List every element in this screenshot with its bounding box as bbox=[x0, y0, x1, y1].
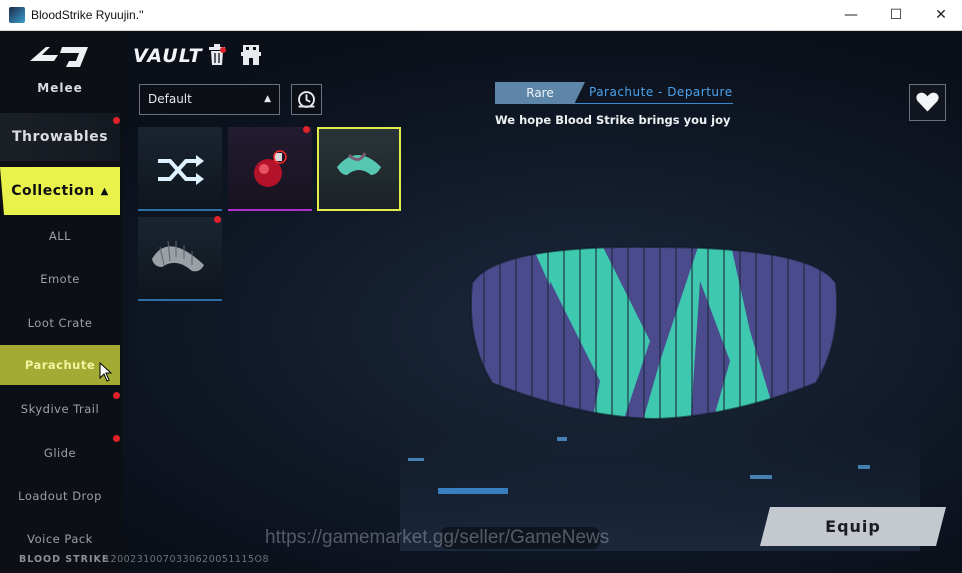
item-tile-random[interactable] bbox=[138, 127, 222, 211]
close-button[interactable]: ✕ bbox=[918, 0, 962, 31]
item-tile-parachute-default[interactable] bbox=[138, 217, 222, 301]
item-description: We hope Blood Strike brings you joy bbox=[495, 113, 731, 127]
parachute-model[interactable] bbox=[400, 221, 920, 551]
equip-button[interactable]: Equip bbox=[760, 507, 946, 546]
sidebar-subitem-loot-crate[interactable]: Loot Crate bbox=[0, 303, 120, 343]
red-ornament-icon bbox=[254, 150, 287, 187]
notification-dot bbox=[113, 435, 120, 442]
app-icon bbox=[9, 7, 25, 23]
sort-dropdown[interactable]: Default ▲ bbox=[139, 84, 280, 115]
maximize-button[interactable]: ☐ bbox=[873, 0, 919, 31]
mouse-cursor-icon bbox=[99, 362, 113, 382]
sidebar-subitem-glide[interactable]: Glide bbox=[0, 433, 120, 473]
sidebar-subitem-skydive-trail[interactable]: Skydive Trail bbox=[0, 389, 120, 429]
favorite-button[interactable] bbox=[909, 84, 946, 121]
notification-dot bbox=[214, 216, 221, 223]
window-titlebar: BloodStrike Ryuujin.'' — ☐ ✕ bbox=[0, 0, 962, 31]
sort-dropdown-value: Default bbox=[148, 92, 192, 106]
history-icon bbox=[298, 91, 315, 108]
history-button[interactable] bbox=[291, 84, 322, 115]
item-tile-ornament[interactable] bbox=[228, 127, 312, 211]
window-title: BloodStrike Ryuujin.'' bbox=[31, 8, 144, 22]
store-icon[interactable] bbox=[240, 44, 262, 66]
teal-parachute-icon bbox=[337, 152, 381, 175]
page-title: VAULT bbox=[133, 45, 203, 67]
chevron-up-icon: ▲ bbox=[100, 186, 109, 197]
random-shuffle-icon bbox=[158, 155, 204, 185]
sidebar-subitem-voice-pack[interactable]: Voice Pack bbox=[0, 519, 120, 559]
sidebar-item-throwables[interactable]: Throwables bbox=[0, 113, 120, 161]
notification-dot bbox=[113, 117, 120, 124]
sidebar-item-melee[interactable]: Melee bbox=[0, 81, 120, 95]
sidebar-item-collection[interactable]: Collection ▲ bbox=[0, 167, 120, 215]
sidebar-subitem-emote[interactable]: Emote bbox=[0, 259, 120, 299]
bloodstrike-logo bbox=[30, 47, 88, 67]
sidebar-subitem-all[interactable]: ALL bbox=[0, 216, 120, 256]
collection-label: Collection bbox=[11, 183, 95, 199]
footer-brand: BLOOD STRIKE bbox=[19, 554, 110, 565]
game-viewport: Melee Throwables Collection ▲ ALL Emote L… bbox=[0, 31, 962, 573]
rarity-badge: Rare bbox=[495, 82, 585, 104]
item-tile-parachute-departure[interactable] bbox=[317, 127, 401, 211]
dropdown-arrow-icon: ▲ bbox=[264, 94, 271, 104]
heart-icon bbox=[916, 92, 939, 112]
minimize-button[interactable]: — bbox=[828, 0, 874, 31]
sidebar: Melee Throwables Collection ▲ ALL Emote L… bbox=[0, 31, 122, 573]
item-info-bar: Rare Parachute - Departure bbox=[495, 82, 733, 104]
trash-icon[interactable] bbox=[208, 44, 226, 66]
notification-dot bbox=[303, 126, 310, 133]
grey-parachute-icon bbox=[152, 240, 204, 272]
footer-id: 12002310070330620051115O8 bbox=[104, 554, 270, 565]
watermark: https://gamemarket.gg/seller/GameNews bbox=[265, 527, 610, 548]
sidebar-subitem-loadout-drop[interactable]: Loadout Drop bbox=[0, 476, 120, 516]
notification-dot bbox=[113, 392, 120, 399]
item-name: Parachute - Departure bbox=[589, 85, 733, 99]
